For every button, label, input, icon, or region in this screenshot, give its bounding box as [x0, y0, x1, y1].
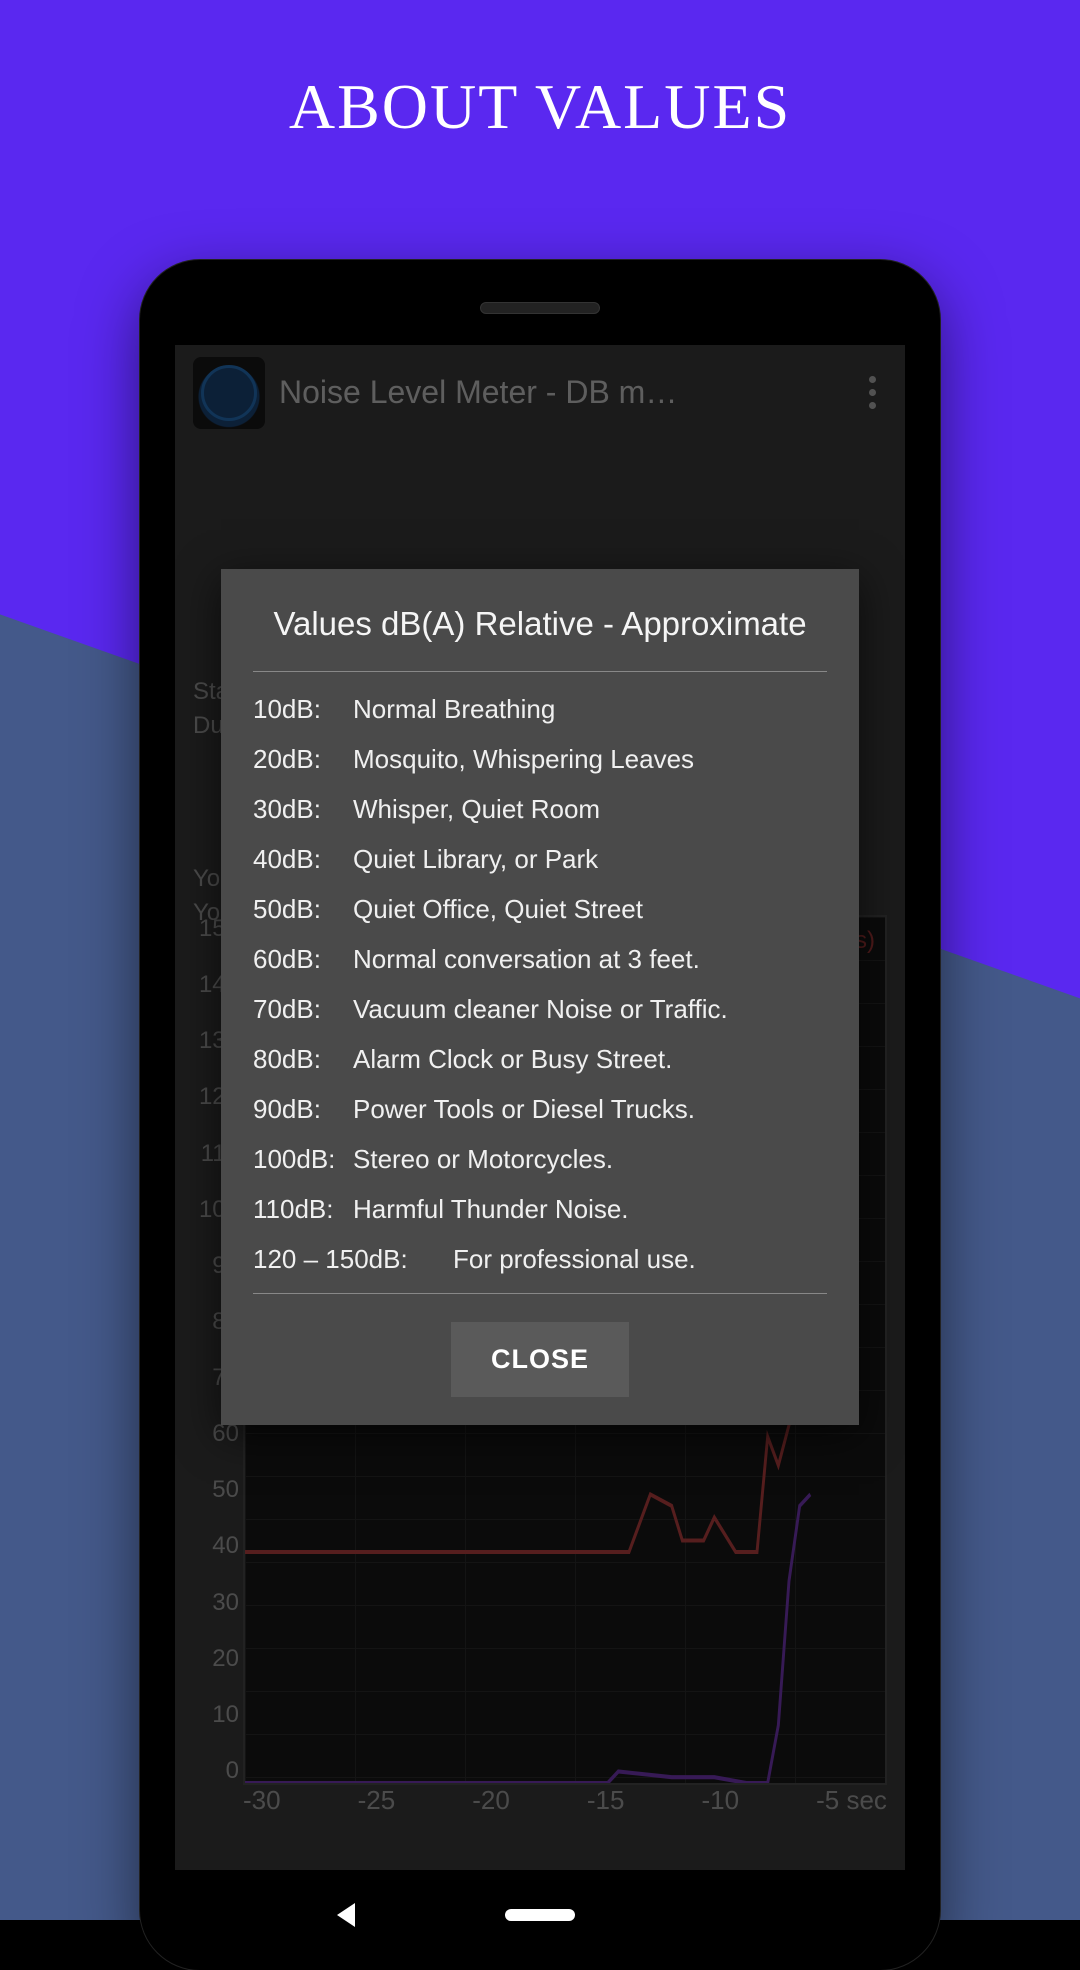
values-row: 120 – 150dB:For professional use. [253, 1244, 827, 1275]
chart-y-tick: 20 [193, 1645, 239, 1673]
modal-values-list: 10dB:Normal Breathing20dB:Mosquito, Whis… [253, 672, 827, 1294]
values-modal: Values dB(A) Relative - Approximate 10dB… [221, 569, 859, 1425]
chart-x-tick: -20 [472, 1785, 510, 1830]
values-row-desc: Alarm Clock or Busy Street. [353, 1044, 827, 1075]
values-row-db: 120 – 150dB: [253, 1244, 453, 1275]
values-row-db: 20dB: [253, 744, 353, 775]
values-row-desc: Quiet Library, or Park [353, 844, 827, 875]
chart-y-tick: 10 [193, 1701, 239, 1729]
values-row-desc: Mosquito, Whispering Leaves [353, 744, 827, 775]
chart-y-tick: 40 [193, 1532, 239, 1560]
values-row-desc: Stereo or Motorcycles. [353, 1144, 827, 1175]
chart-x-tick: -30 [243, 1785, 281, 1830]
chart-x-tick: -10 [702, 1785, 740, 1830]
values-row: 110dB:Harmful Thunder Noise. [253, 1194, 827, 1225]
values-row-desc: Harmful Thunder Noise. [353, 1194, 827, 1225]
values-row-db: 60dB: [253, 944, 353, 975]
nav-home-icon[interactable] [505, 1909, 575, 1921]
values-row-db: 80dB: [253, 1044, 353, 1075]
chart-y-tick: 50 [193, 1476, 239, 1504]
values-row: 50dB:Quiet Office, Quiet Street [253, 894, 827, 925]
chart-x-tick: -25 [358, 1785, 396, 1830]
values-row: 10dB:Normal Breathing [253, 694, 827, 725]
overflow-menu-icon[interactable] [857, 376, 887, 409]
values-row-db: 90dB: [253, 1094, 353, 1125]
chart-y-tick: 0 [193, 1757, 239, 1785]
values-row-desc: Vacuum cleaner Noise or Traffic. [353, 994, 827, 1025]
phone-device-frame: Noise Level Meter - DB m… Sta Du Yo Yo 1… [140, 260, 940, 1970]
values-row-desc: Normal Breathing [353, 694, 827, 725]
values-row-db: 70dB: [253, 994, 353, 1025]
android-nav-bar [140, 1890, 940, 1940]
values-row-db: 100dB: [253, 1144, 353, 1175]
values-row-db: 50dB: [253, 894, 353, 925]
chart-x-labels: -30 -25 -20 -15 -10 -5 sec [243, 1785, 887, 1830]
values-row: 80dB:Alarm Clock or Busy Street. [253, 1044, 827, 1075]
phone-screen: Noise Level Meter - DB m… Sta Du Yo Yo 1… [175, 345, 905, 1870]
values-row-desc: Power Tools or Diesel Trucks. [353, 1094, 827, 1125]
promo-title: ABOUT VALUES [0, 70, 1080, 144]
values-row-db: 10dB: [253, 694, 353, 725]
values-row-db: 40dB: [253, 844, 353, 875]
values-row-desc: Quiet Office, Quiet Street [353, 894, 827, 925]
values-row-db: 30dB: [253, 794, 353, 825]
app-title: Noise Level Meter - DB m… [279, 374, 843, 411]
values-row-db: 110dB: [253, 1194, 353, 1225]
values-row: 90dB:Power Tools or Diesel Trucks. [253, 1094, 827, 1125]
phone-speaker [480, 302, 600, 314]
nav-back-icon[interactable] [337, 1903, 355, 1927]
values-row-desc: Normal conversation at 3 feet. [353, 944, 827, 975]
values-row: 40dB:Quiet Library, or Park [253, 844, 827, 875]
modal-title: Values dB(A) Relative - Approximate [253, 605, 827, 672]
values-row: 70dB:Vacuum cleaner Noise or Traffic. [253, 994, 827, 1025]
chart-x-tick: -5 sec [816, 1785, 887, 1830]
modal-footer: CLOSE [253, 1294, 827, 1397]
app-header: Noise Level Meter - DB m… [175, 345, 905, 440]
values-row: 60dB:Normal conversation at 3 feet. [253, 944, 827, 975]
values-row-desc: For professional use. [453, 1244, 827, 1275]
close-button[interactable]: CLOSE [451, 1322, 629, 1397]
chart-x-tick: -15 [587, 1785, 625, 1830]
chart-y-tick: 30 [193, 1589, 239, 1617]
app-icon [193, 357, 265, 429]
values-row: 20dB:Mosquito, Whispering Leaves [253, 744, 827, 775]
values-row-desc: Whisper, Quiet Room [353, 794, 827, 825]
values-row: 30dB:Whisper, Quiet Room [253, 794, 827, 825]
values-row: 100dB:Stereo or Motorcycles. [253, 1144, 827, 1175]
